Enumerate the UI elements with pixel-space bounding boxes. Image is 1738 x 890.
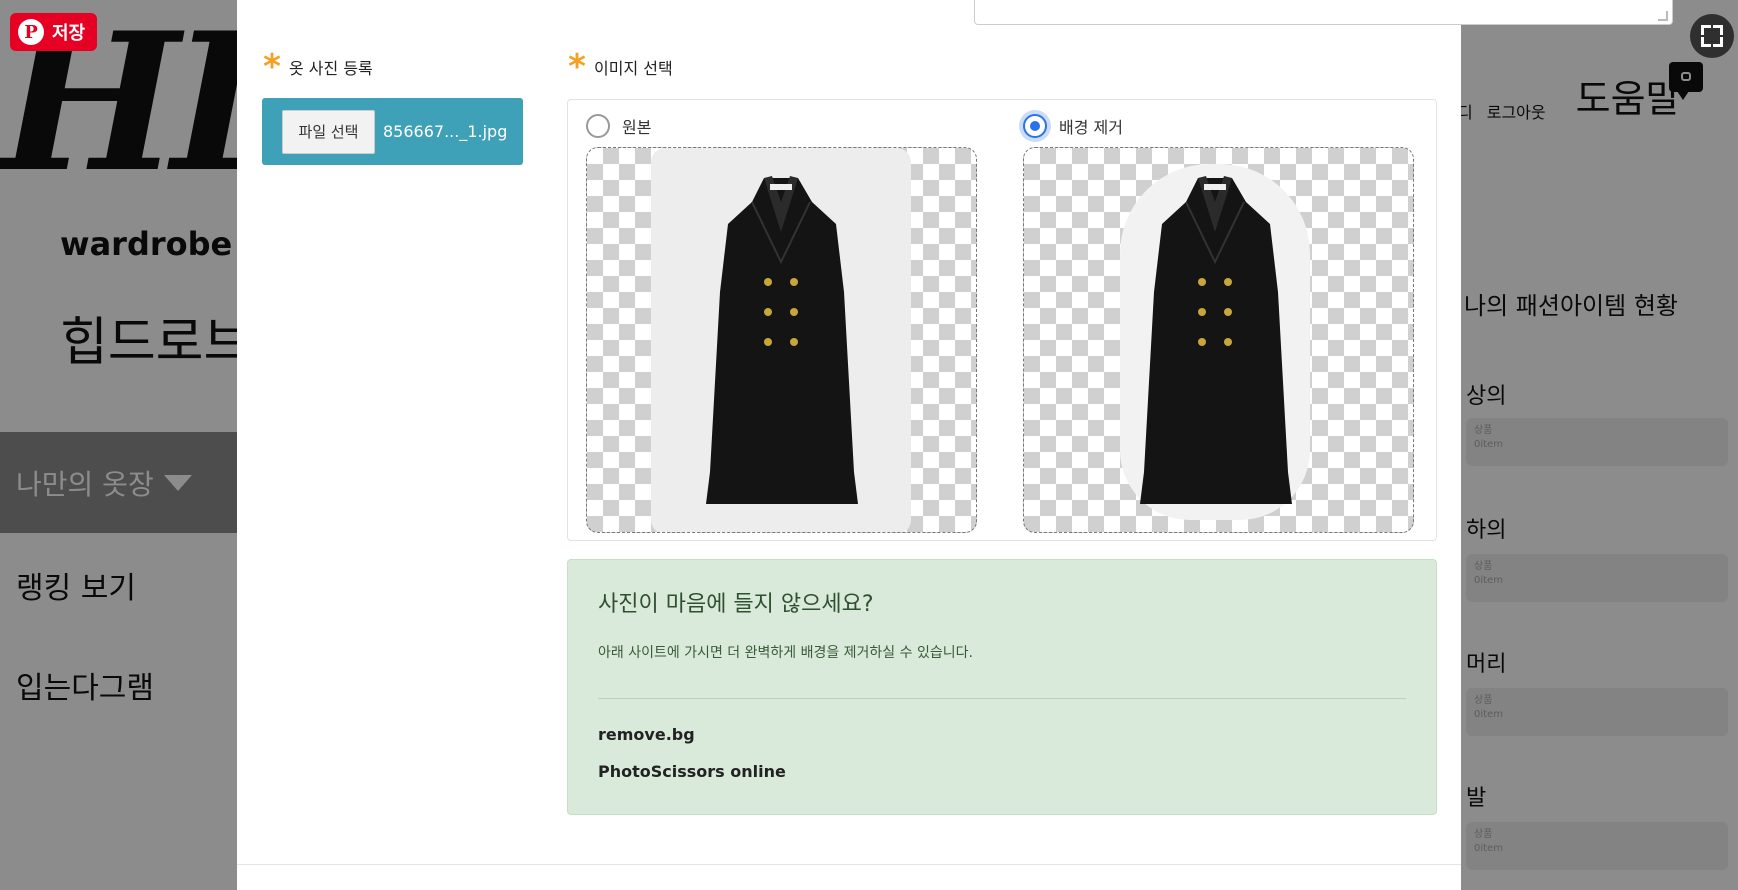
preview-remove-bg[interactable] [1023,147,1414,533]
image-select-label: * 이미지 선택 [564,50,673,84]
tip-title: 사진이 마음에 들지 않으세요? [598,592,874,617]
background-removal-tip: 사진이 마음에 들지 않으세요? 아래 사이트에 가시면 더 완벽하게 배경을 … [567,559,1437,815]
required-asterisk-icon: * [568,47,586,87]
coat-image [706,176,858,504]
radio-original[interactable] [586,114,610,138]
fullscreen-icon[interactable] [1690,14,1734,58]
selected-file-name: 856667..._1.jpg [383,122,508,141]
tip-description: 아래 사이트에 가시면 더 완벽하게 배경을 제거하실 수 있습니다. [598,645,973,661]
link-photoscissors[interactable]: PhotoScissors online [598,762,1406,781]
photo-register-label: * 옷 사진 등록 [259,50,373,84]
option-remove-bg-label: 배경 제거 [1059,118,1123,137]
option-original[interactable]: 원본 [586,114,651,138]
pinterest-icon: P [18,19,44,45]
file-select-button[interactable]: 파일 선택 [282,109,375,154]
coat-cutout-image [1140,176,1292,504]
pinterest-save-button[interactable]: P 저장 [10,13,98,51]
option-original-label: 원본 [622,118,652,137]
required-asterisk-icon: * [263,47,281,87]
resize-grip-icon[interactable] [1658,11,1668,21]
upload-modal: * 옷 사진 등록 파일 선택 856667..._1.jpg * 이미지 선택… [237,0,1673,890]
preview-original[interactable] [586,147,977,533]
file-upload-box: 파일 선택 856667..._1.jpg [262,98,523,165]
divider [598,698,1406,699]
image-select-text: 이미지 선택 [594,59,673,78]
image-select-panel: 원본 배경 제거 [567,99,1437,541]
radio-remove-bg[interactable] [1023,114,1047,138]
modal-footer-divider [237,864,1461,865]
link-remove-bg[interactable]: remove.bg [598,725,1406,744]
photo-register-text: 옷 사진 등록 [289,59,373,78]
option-remove-bg[interactable]: 배경 제거 [1023,114,1123,138]
pinterest-save-label: 저장 [52,23,86,44]
memo-textarea[interactable] [974,0,1673,25]
